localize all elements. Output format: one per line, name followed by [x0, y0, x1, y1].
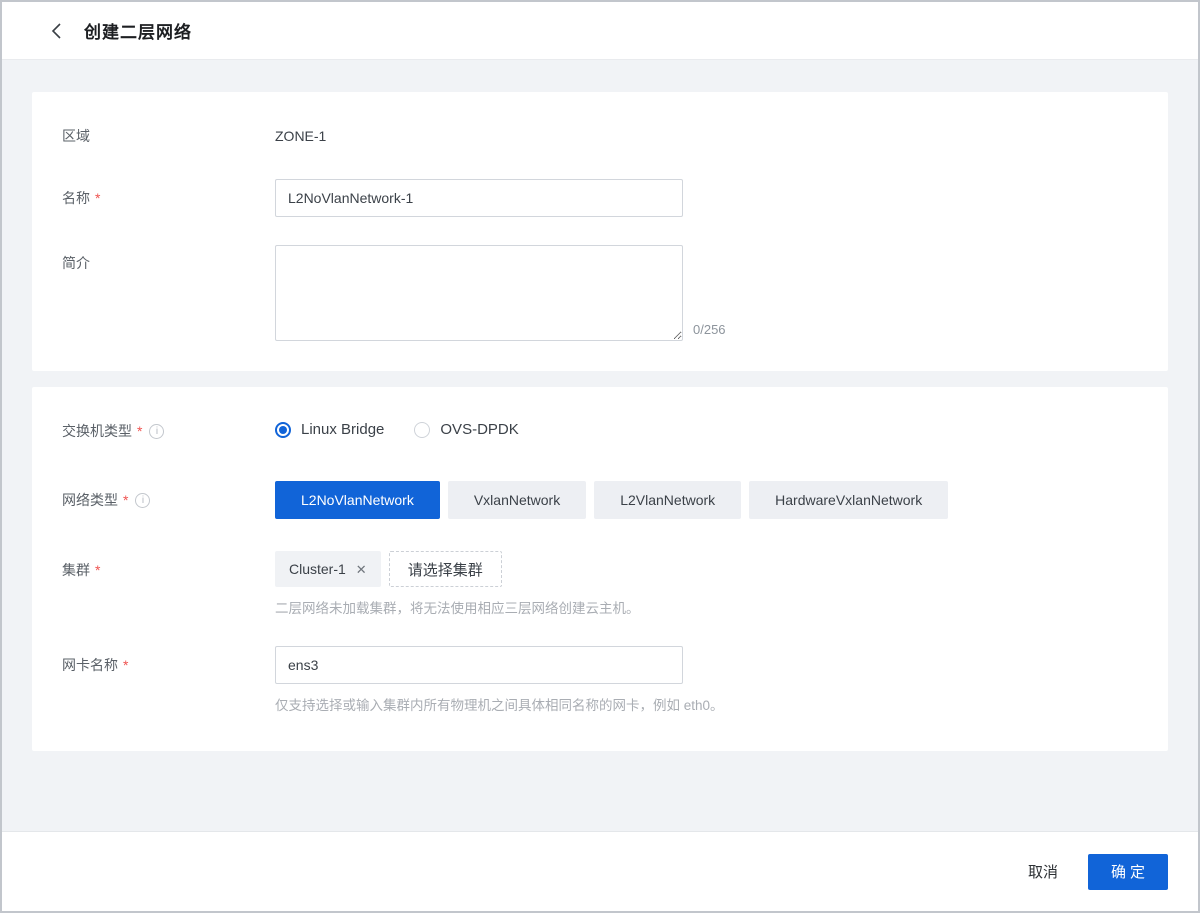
- back-icon[interactable]: [44, 19, 68, 43]
- network-type-row: 网络类型 * i L2NoVlanNetwork VxlanNetwork L2…: [62, 481, 1138, 519]
- page-header: 创建二层网络: [2, 2, 1198, 60]
- network-type-l2vlan[interactable]: L2VlanNetwork: [594, 481, 742, 519]
- required-asterisk: *: [137, 423, 143, 439]
- radio-ovs-dpdk[interactable]: OVS-DPDK: [414, 421, 519, 438]
- zone-label: 区域: [62, 128, 90, 144]
- name-label: 名称 *: [62, 190, 101, 206]
- radio-circle-unselected: [414, 421, 431, 438]
- zone-row: 区域 ZONE-1: [62, 126, 1138, 146]
- page-footer: 取消 确定: [2, 831, 1198, 911]
- cancel-button[interactable]: 取消: [1028, 861, 1058, 882]
- zone-value: ZONE-1: [275, 128, 327, 144]
- page-title: 创建二层网络: [84, 23, 192, 42]
- network-type-hardware-vxlan[interactable]: HardwareVxlanNetwork: [749, 481, 949, 519]
- required-asterisk: *: [123, 657, 129, 673]
- cluster-hint: 二层网络未加载集群，将无法使用相应三层网络创建云主机。: [275, 601, 640, 616]
- name-input[interactable]: [275, 179, 683, 217]
- nic-row: 网卡名称 * 仅支持选择或输入集群内所有物理机之间具体相同名称的网卡，例如 et…: [62, 646, 1138, 715]
- form-content: 区域 ZONE-1 名称 * 简介 0/256: [2, 60, 1198, 751]
- cluster-row: 集群 * Cluster-1 ✕ 请选择集群 二层网络未加载集群，将无法使用相应…: [62, 551, 1138, 618]
- info-icon[interactable]: i: [135, 492, 151, 508]
- info-icon[interactable]: i: [149, 423, 165, 439]
- network-type-l2novlan[interactable]: L2NoVlanNetwork: [275, 481, 440, 519]
- radio-circle-selected: [275, 421, 291, 438]
- description-label: 简介: [62, 255, 90, 271]
- required-asterisk: *: [95, 190, 101, 206]
- required-asterisk: *: [95, 562, 101, 578]
- description-textarea[interactable]: [275, 245, 683, 341]
- switch-type-row: 交换机类型 * i Linux Bridge OVS-DPDK: [62, 421, 1138, 441]
- network-type-label: 网络类型 * i: [62, 481, 275, 510]
- radio-linux-bridge[interactable]: Linux Bridge: [275, 421, 384, 438]
- network-type-vxlan[interactable]: VxlanNetwork: [447, 481, 587, 519]
- required-asterisk: *: [123, 492, 129, 508]
- switch-type-label: 交换机类型 * i: [62, 421, 275, 441]
- select-cluster-button[interactable]: 请选择集群: [388, 551, 502, 587]
- tag-remove-icon[interactable]: ✕: [356, 563, 367, 576]
- network-config-card: 交换机类型 * i Linux Bridge OVS-DPDK 网络类型 * i: [32, 387, 1168, 751]
- basic-info-card: 区域 ZONE-1 名称 * 简介 0/256: [32, 92, 1168, 371]
- cluster-label: 集群 *: [62, 562, 101, 578]
- confirm-button[interactable]: 确定: [1088, 853, 1168, 890]
- name-row: 名称 *: [62, 179, 1138, 217]
- description-row: 简介 0/256: [62, 245, 1138, 341]
- cluster-tag: Cluster-1 ✕: [275, 551, 381, 587]
- nic-hint: 仅支持选择或输入集群内所有物理机之间具体相同名称的网卡，例如 eth0。: [275, 698, 724, 713]
- char-counter: 0/256: [693, 322, 726, 337]
- nic-input[interactable]: [275, 646, 683, 684]
- nic-label: 网卡名称 *: [62, 657, 129, 673]
